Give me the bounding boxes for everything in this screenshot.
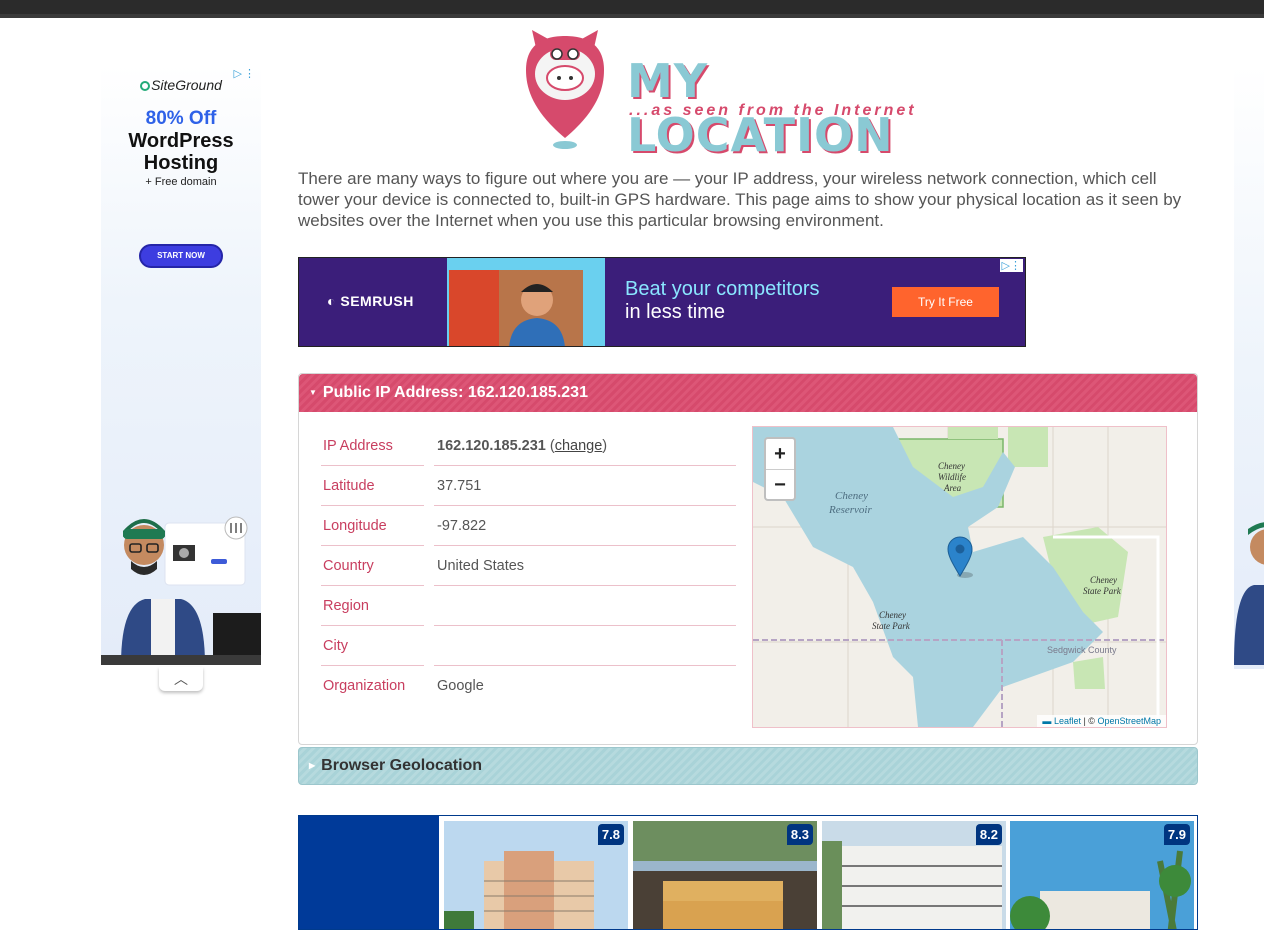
row-label: Latitude (321, 466, 424, 506)
ip-panel-title: Public IP Address: 162.120.185.231 (322, 384, 588, 401)
row-label: City (321, 626, 424, 666)
ip-panel: ▼ Public IP Address: 162.120.185.231 IP A… (298, 373, 1198, 745)
table-row: Latitude 37.751 (321, 466, 736, 506)
siteground-ad[interactable]: ▷⋮ SiteGround 80% Off WordPress Hosting … (101, 65, 261, 665)
logo-subtitle: ...as seen from the Internet (629, 102, 917, 119)
hotel-card[interactable]: 7.8 (444, 821, 628, 929)
leaflet-link[interactable]: Leaflet (1054, 716, 1081, 726)
map-label-reservoir-line1: Cheney (835, 490, 868, 502)
hotel-score-badge: 7.9 (1163, 824, 1190, 845)
zoom-out-button[interactable]: − (766, 469, 794, 499)
map-label-statepark-east-line1: Cheney (1090, 575, 1117, 585)
change-ip-link[interactable]: change (555, 438, 603, 454)
map-label-reservoir-line2: Reservoir (828, 504, 872, 516)
hotel-score-badge: 8.2 (975, 824, 1002, 845)
map-label-statepark-east-line2: State Park (1083, 586, 1122, 596)
ad-headline: 80% Off (145, 108, 217, 129)
map-zoom-controls: + − (764, 437, 796, 501)
hotel-card[interactable]: 8.2 (822, 821, 1006, 929)
owl-pin-icon (526, 30, 604, 149)
banner-headline-line1: Beat your competitors (625, 278, 820, 300)
semrush-brand-text: SEMRUSH (340, 293, 414, 309)
banner-person-image (449, 270, 583, 346)
site-logo[interactable]: MY LOCATION ...as seen from the Internet (524, 28, 964, 162)
row-value: -97.822 (434, 506, 736, 546)
ip-panel-header[interactable]: ▼ Public IP Address: 162.120.185.231 (299, 374, 1197, 412)
location-map[interactable]: Cheney Wildlife Area Cheney Reservoir Ch… (752, 426, 1167, 728)
ip-info-table: IP Address 162.120.185.231 (change) Lati… (321, 426, 736, 706)
row-label: IP Address (321, 426, 424, 466)
map-label-statepark-west-line2: State Park (872, 621, 911, 631)
semrush-logo: ◐ SEMRUSH (327, 293, 414, 309)
right-ad[interactable] (1234, 65, 1264, 669)
geolocation-panel-title: Browser Geolocation (321, 757, 483, 774)
ad-extra: + Free domain (145, 176, 217, 188)
table-row: Region (321, 586, 736, 626)
banner-headline: Beat your competitors in less time (625, 278, 820, 324)
map-label-wildlife-line3: Area (943, 483, 962, 493)
ad-product-line2: Hosting (143, 152, 219, 174)
row-label: Organization (323, 678, 406, 694)
map-tiles: Cheney Wildlife Area Cheney Reservoir Ch… (753, 427, 1166, 727)
row-label: Region (321, 586, 424, 626)
map-label-statepark-west-line1: Cheney (879, 610, 906, 620)
hotels-ad[interactable]: 7.8 8.3 8.2 7.9 (298, 815, 1198, 930)
hotels-ad-brand-area (299, 816, 439, 929)
hotel-card[interactable]: 8.3 (633, 821, 817, 929)
semrush-flame-icon: ◐ (327, 293, 341, 309)
banner-try-button[interactable]: Try It Free (892, 287, 999, 317)
siteground-logo-icon (140, 81, 151, 91)
row-value: 162.120.185.231 (change) (434, 426, 736, 466)
intro-text: There are many ways to figure out where … (298, 169, 1182, 230)
table-row: Longitude -97.822 (321, 506, 736, 546)
leaflet-flag-icon: ▬ (1042, 716, 1054, 726)
zoom-in-button[interactable]: + (766, 439, 794, 469)
map-attribution: ▬ Leaflet | © OpenStreetMap (1037, 715, 1166, 727)
semrush-banner-ad[interactable]: ◐ SEMRUSH Beat your competitors in less … (298, 257, 1026, 347)
hotel-card[interactable]: 7.9 (1010, 821, 1194, 929)
right-ad-image (1234, 522, 1264, 665)
banner-photo-inner (449, 270, 583, 346)
ad-brand: SiteGround (101, 77, 261, 93)
ad-product-line1: WordPress (128, 130, 234, 152)
row-value (434, 586, 736, 626)
table-row: IP Address 162.120.185.231 (change) (321, 426, 736, 466)
row-value (434, 626, 736, 666)
ad-collapse-button[interactable]: ︿ (159, 667, 203, 691)
attribution-sep: | © (1080, 716, 1098, 726)
hotel-score-badge: 7.8 (597, 824, 624, 845)
chevron-up-icon: ︿ (174, 671, 188, 687)
hotel-score-badge: 8.3 (786, 824, 813, 845)
ad-start-button[interactable]: START NOW (139, 244, 223, 268)
table-row: Organization Google (321, 666, 736, 706)
geolocation-panel-header[interactable]: ▶ Browser Geolocation (298, 747, 1198, 785)
banner-photo (447, 258, 605, 346)
row-label: Country (321, 546, 424, 586)
adchoices-icon[interactable]: ▷⋮ (999, 259, 1023, 272)
browser-top-bar (0, 0, 1264, 18)
ad-product: WordPress Hosting (101, 130, 261, 174)
ad-person-image (101, 516, 261, 665)
osm-link[interactable]: OpenStreetMap (1097, 716, 1161, 726)
table-row: Country United States (321, 546, 736, 586)
map-label-wildlife-line2: Wildlife (938, 472, 966, 482)
row-value: United States (434, 546, 736, 586)
map-label-county: Sedgwick County (1047, 645, 1117, 655)
row-value: Google (437, 678, 484, 694)
caret-down-icon: ▼ (309, 388, 317, 397)
map-label-wildlife-line1: Cheney (938, 461, 965, 471)
ad-brand-text: SiteGround (151, 77, 222, 93)
row-value: 37.751 (434, 466, 736, 506)
ip-value: 162.120.185.231 (437, 437, 546, 454)
banner-headline-line2: in less time (625, 301, 726, 323)
table-row: City (321, 626, 736, 666)
row-label: Longitude (321, 506, 424, 546)
caret-right-icon: ▶ (309, 761, 316, 770)
